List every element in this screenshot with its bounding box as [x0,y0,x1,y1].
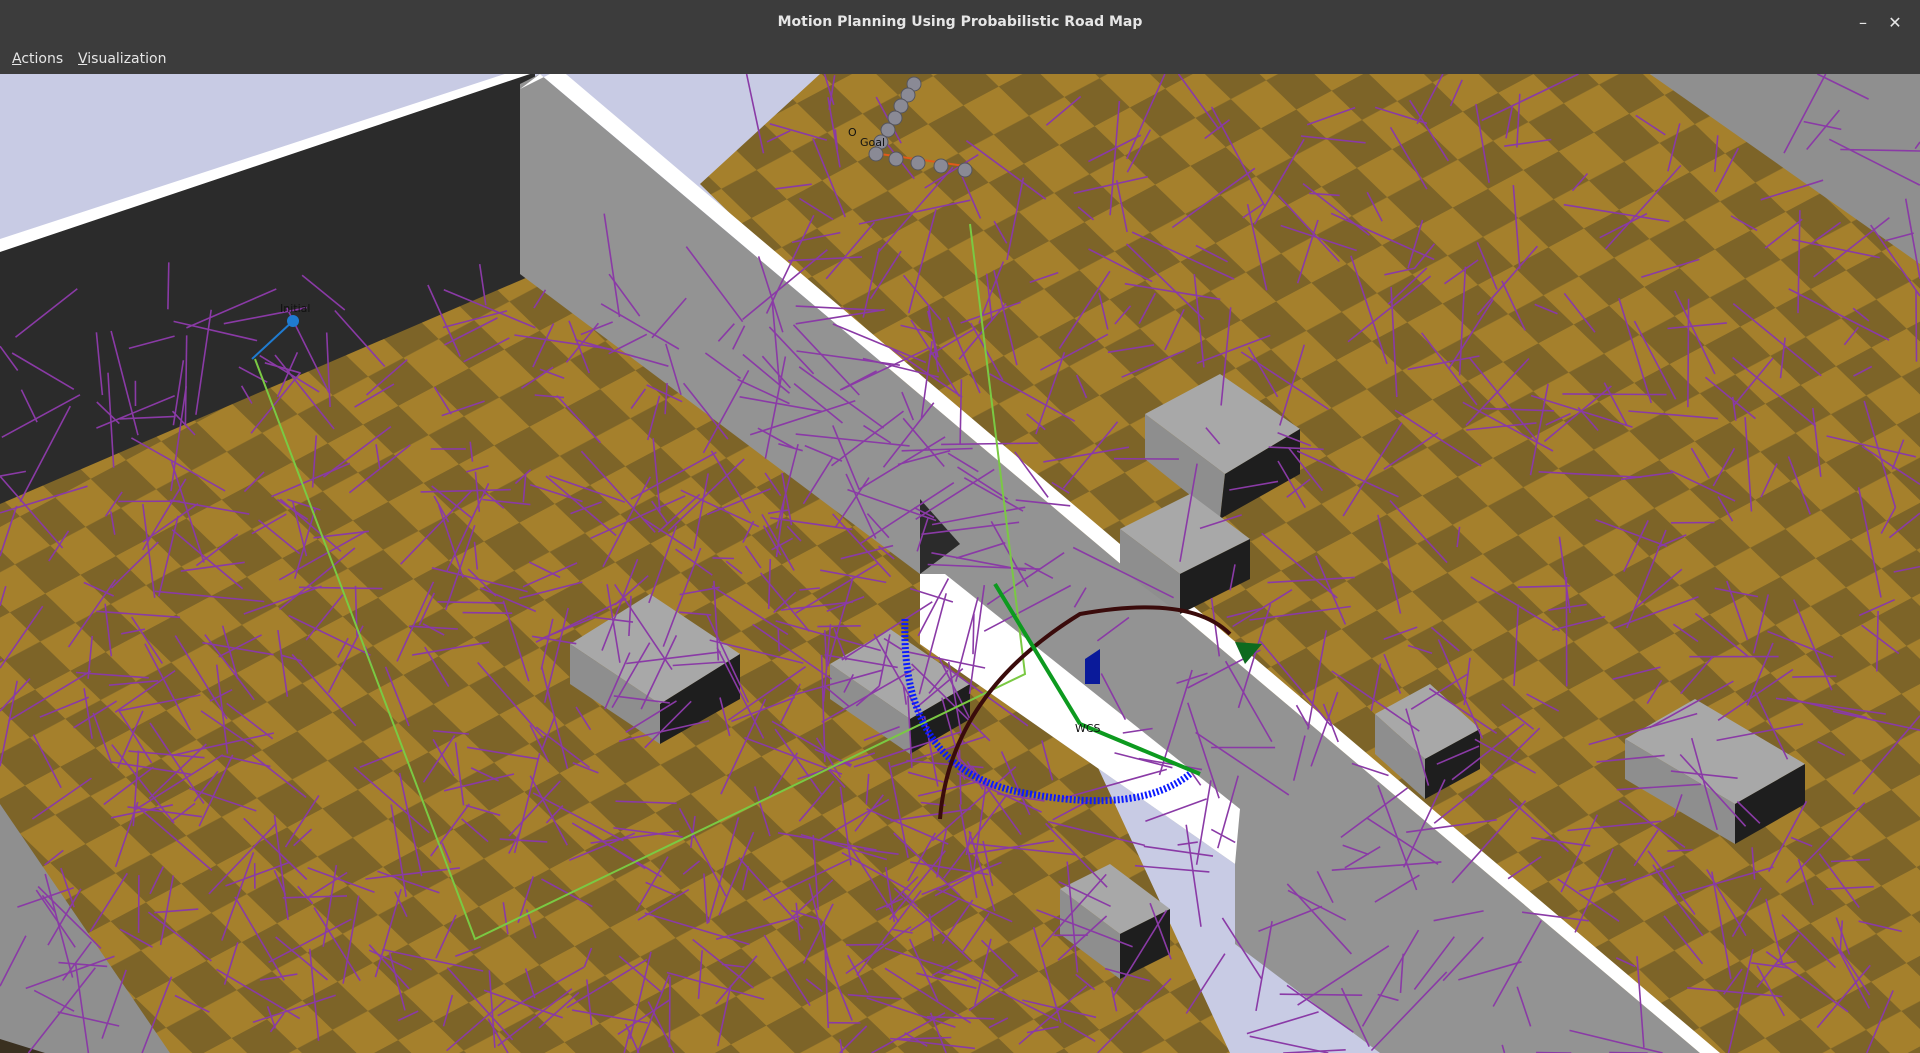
roadmap-edge [1246,1011,1319,1035]
close-button[interactable]: ✕ [1884,12,1906,34]
menu-actions-rest: ctions [21,51,64,67]
roadmap-edge [972,613,975,655]
scene-svg: WCS Initial O Goal [0,74,1920,1053]
roadmap-edge [1185,824,1202,927]
menu-actions-accel: A [12,51,22,67]
roadmap-edge [167,262,170,310]
minimize-button[interactable]: – [1852,12,1874,34]
menu-actions[interactable]: Actions [12,51,63,67]
window-titlebar: Motion Planning Using Probabilistic Road… [0,0,1920,46]
roadmap-edge [0,658,3,662]
roadmap-edge [1177,841,1198,846]
origin-label: O [848,126,857,139]
roadmap-edge [1143,845,1214,857]
3d-viewport[interactable]: WCS Initial O Goal [0,74,1920,1053]
wcs-label: WCS [1075,722,1101,735]
menu-visualization-accel: V [78,51,88,67]
menu-visualization[interactable]: Visualization [78,51,166,67]
roadmap-edge [1279,993,1363,996]
roadmap-edge [712,557,735,560]
goal-label: Goal [860,136,885,149]
roadmap-edge [846,943,884,946]
roadmap-edge [777,628,780,652]
roadmap-edge [1792,675,1837,678]
menu-visualization-rest: isualization [87,51,167,67]
roadmap-edge [462,611,513,614]
menu-bar: Actions Visualization [0,46,1920,74]
window-title: Motion Planning Using Probabilistic Road… [777,14,1143,30]
roadmap-edge [1134,864,1210,873]
roadmap-edge [1687,298,1690,408]
roadmap-edge [1562,393,1667,396]
initial-label: Initial [280,302,310,315]
roadmap-edge [1915,290,1918,362]
roadmap-edge [668,976,671,1048]
